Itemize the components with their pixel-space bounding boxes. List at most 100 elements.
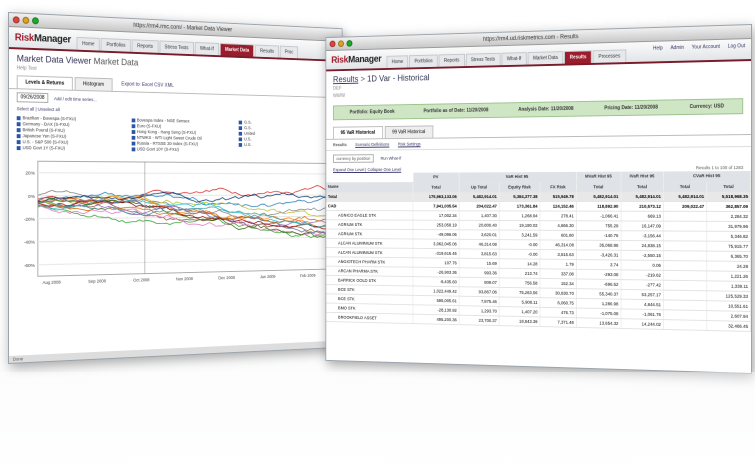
legend-label: Brazilian - Bovespa (S-FXU) <box>22 115 76 121</box>
col-mvar-total[interactable]: Total <box>576 181 621 191</box>
col-ivar-total[interactable]: Total <box>621 181 664 191</box>
group-var[interactable]: VaR Hist 95 <box>459 172 576 182</box>
legend-label: Euro (S-FXU) <box>137 123 161 128</box>
close-dot-icon[interactable] <box>13 16 20 23</box>
legend-item[interactable]: USD Govt 1Y (S-FXU) <box>17 145 126 151</box>
add-series-link[interactable]: Add / edit time series... <box>54 96 97 102</box>
admin-link[interactable]: Admin <box>670 45 684 51</box>
logout-link[interactable]: Log Out <box>728 43 745 49</box>
row-name-cell: AGRIUM STK <box>326 219 413 229</box>
legend-checkbox-icon[interactable] <box>131 135 135 139</box>
tab-99-var[interactable]: 99 VaR Historical <box>384 125 433 138</box>
x-tick-label: Oct 2008 <box>133 277 150 282</box>
legend-checkbox-icon[interactable] <box>131 124 135 128</box>
value-cell: 46,314.08 <box>540 239 576 249</box>
value-cell <box>663 270 706 280</box>
breadcrumb-results[interactable]: Results <box>333 74 358 84</box>
tab-histogram[interactable]: Histogram <box>75 77 113 91</box>
run-whatif-button[interactable]: Run What-If <box>381 156 402 161</box>
legend-item[interactable] <box>239 148 335 154</box>
grid-body: Total 175,963,133.06 5,482,914.01 5,384,377… <box>326 191 750 331</box>
group-cvar[interactable]: CVaR Hist 95 <box>663 171 750 181</box>
subtab-risk-settings[interactable]: Risk Settings <box>398 142 421 147</box>
x-tick-label: Dec 2008 <box>218 275 235 280</box>
subtab-results[interactable]: Results <box>333 142 347 147</box>
legend-checkbox-icon[interactable] <box>131 130 135 134</box>
blank-header <box>326 173 413 183</box>
grouping-select[interactable]: currency by position <box>333 154 374 163</box>
legend-checkbox-icon[interactable] <box>239 131 242 135</box>
market-data-chart[interactable]: 20% 0% -20% -40% -60% Aug 2008 Sep 2008 Oct 200… <box>13 155 340 295</box>
group-pv[interactable]: PV <box>413 172 459 182</box>
tab-levels-returns[interactable]: Levels & Returns <box>17 75 73 90</box>
legend-checkbox-icon[interactable] <box>239 120 242 124</box>
results-grid: PV VaR Hist 95 MVaR Hist 95 IVaR Hist 95… <box>326 171 751 331</box>
legend-checkbox-icon[interactable] <box>239 143 242 147</box>
info-currency: Currency: USD <box>690 103 724 110</box>
back-nav-reports[interactable]: Reports <box>132 39 159 53</box>
legend-checkbox-icon[interactable] <box>239 126 242 130</box>
nav-results[interactable]: Results <box>564 50 592 63</box>
value-cell: -0.00 <box>499 239 540 249</box>
value-cell <box>663 260 706 270</box>
group-ivar[interactable]: IVaR Hist 95 <box>621 171 664 181</box>
front-minimize-dot-icon[interactable] <box>338 40 344 47</box>
nav-portfolios[interactable]: Portfolios <box>409 54 438 67</box>
value-cell <box>663 211 706 221</box>
value-cell: 3,062,045.06 <box>413 238 459 248</box>
subtab-scenarios[interactable]: Scenario Definitions <box>355 142 389 147</box>
col-equity-risk[interactable]: Equity Risk <box>499 182 540 192</box>
front-close-dot-icon[interactable] <box>330 41 336 48</box>
screenshot-scene: https://rm4.rmc.com/ - Market Data Viewe… <box>0 0 755 474</box>
back-nav-portfolios[interactable]: Portfolios <box>101 38 131 52</box>
legend-checkbox-icon[interactable] <box>131 147 135 151</box>
back-status: Done <box>9 340 342 362</box>
table-row[interactable]: Total 175,963,133.06 5,482,914.01 5,384,377… <box>326 191 750 201</box>
date-input[interactable]: 09/26/2008 <box>17 92 49 103</box>
tab-95-var[interactable]: 95 VaR Historical <box>333 126 383 139</box>
back-nav-results[interactable]: Results <box>255 45 279 58</box>
back-nav-home[interactable]: Home <box>77 37 101 51</box>
col-var-total[interactable]: Up Total <box>459 182 499 192</box>
legend-checkbox-icon[interactable] <box>131 118 135 122</box>
zoom-dot-icon[interactable] <box>32 17 39 24</box>
nav-market-data[interactable]: Market Data <box>528 51 564 64</box>
back-nav-whatif[interactable]: What-If <box>195 42 219 55</box>
group-mvar[interactable]: MVaR Hist 95 <box>576 172 621 182</box>
legend-checkbox-icon[interactable] <box>17 140 21 144</box>
help-link[interactable]: Help <box>653 45 663 51</box>
legend-label: U.S. <box>244 142 251 147</box>
account-link[interactable]: Your Account <box>692 44 720 51</box>
col-cvar-total-a[interactable]: Total <box>663 181 706 191</box>
legend-checkbox-icon[interactable] <box>17 122 21 126</box>
value-cell: -3,156.44 <box>621 230 664 240</box>
value-cell: 5,482,914.01 <box>663 191 706 201</box>
legend-checkbox-icon[interactable] <box>17 146 21 150</box>
expand-collapse-links[interactable]: Expand One Level | Collapse One Level <box>333 167 401 172</box>
nav-processes[interactable]: Processes <box>593 49 626 63</box>
legend-checkbox-icon[interactable] <box>17 128 21 132</box>
nav-stress-tests[interactable]: Stress Tests <box>466 53 501 66</box>
nav-reports[interactable]: Reports <box>439 54 465 67</box>
back-nav-stress[interactable]: Stress Tests <box>159 40 194 54</box>
minimize-dot-icon[interactable] <box>22 17 29 24</box>
export-link[interactable]: Export to: Excel CSV XML <box>114 78 181 92</box>
col-pv-total[interactable]: Total <box>413 182 459 192</box>
value-cell: 46,314.08 <box>459 239 499 249</box>
row-name-cell: AGNICO EAGLE STK <box>326 210 413 220</box>
back-nav-proc[interactable]: Proc <box>280 46 298 59</box>
col-fx-risk[interactable]: FX Risk <box>540 182 576 192</box>
col-cvar-total-b[interactable]: Total <box>707 181 751 191</box>
nav-what-if[interactable]: What-If <box>501 52 526 65</box>
value-cell <box>663 240 706 250</box>
back-nav-market-data[interactable]: Market Data <box>220 43 254 57</box>
legend-item[interactable]: USD Govt 10Y (S-FXU) <box>131 146 233 152</box>
value-cell: 495,200.36 <box>413 314 459 324</box>
legend-checkbox-icon[interactable] <box>239 137 242 141</box>
front-zoom-dot-icon[interactable] <box>346 40 352 47</box>
legend-checkbox-icon[interactable] <box>17 116 21 120</box>
nav-home[interactable]: Home <box>387 55 409 68</box>
legend-checkbox-icon[interactable] <box>17 134 21 138</box>
legend-checkbox-icon[interactable] <box>131 141 135 145</box>
col-name[interactable]: Name <box>326 182 413 192</box>
